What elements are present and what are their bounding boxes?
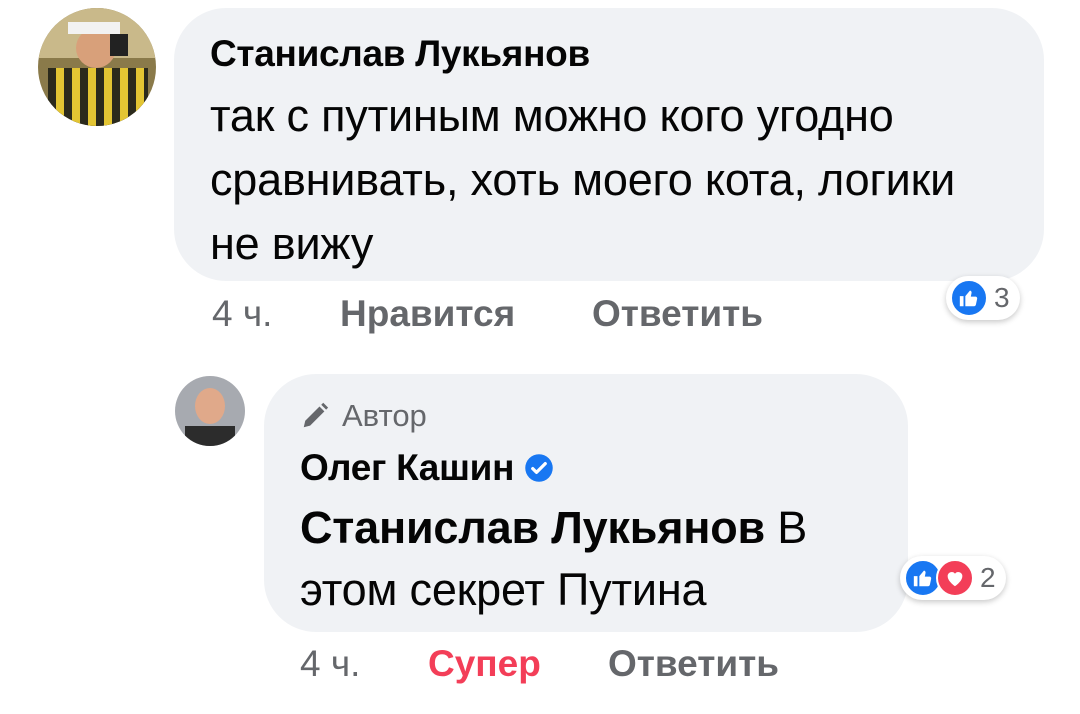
reaction-summary[interactable]: 3 [946, 276, 1020, 320]
heart-icon [936, 559, 974, 597]
reply-author-label: Олег Кашин [300, 447, 515, 488]
like-icon [950, 279, 988, 317]
super-reaction-button[interactable]: Супер [428, 643, 608, 685]
comment-author-name[interactable]: Станислав Лукьянов [210, 30, 590, 78]
reply-button[interactable]: Ответить [592, 293, 763, 335]
reply-author-name[interactable]: Олег Кашин [300, 446, 554, 490]
like-button[interactable]: Нравится [340, 293, 592, 335]
pencil-icon [303, 402, 329, 428]
reply-timestamp[interactable]: 4 ч. [300, 643, 428, 685]
reply-actions: 4 ч. Супер Ответить [300, 640, 779, 688]
comment-text: так с путиным можно кого угодно сравнива… [210, 90, 956, 269]
reaction-count: 3 [994, 282, 1010, 313]
commenter-avatar[interactable] [38, 8, 156, 126]
comment-timestamp[interactable]: 4 ч. [212, 293, 340, 335]
verified-badge-icon [525, 454, 553, 482]
reply-text: Станислав Лукьянов В этом секрет Путина [300, 497, 890, 621]
author-badge: Автор [300, 398, 427, 434]
reaction-count: 2 [980, 562, 996, 593]
comment-actions: 4 ч. Нравится Ответить [212, 290, 763, 338]
reply-button[interactable]: Ответить [608, 643, 779, 685]
reply-reaction-summary[interactable]: 2 [900, 556, 1006, 600]
comments-thread: Станислав Лукьянов так с путиным можно к… [0, 0, 1080, 714]
author-badge-label: Автор [342, 398, 427, 433]
avatar-photo [38, 8, 156, 126]
mention-link[interactable]: Станислав Лукьянов [300, 502, 765, 553]
avatar-photo [175, 376, 245, 446]
reply-author-avatar[interactable] [175, 376, 245, 446]
